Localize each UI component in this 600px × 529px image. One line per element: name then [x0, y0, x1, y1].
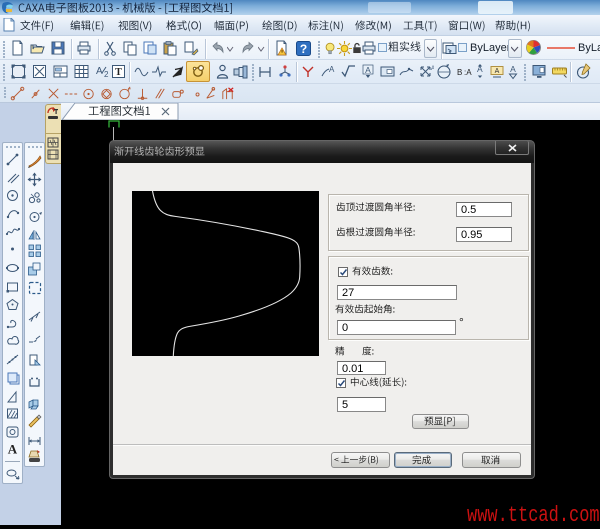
- svg-text:A: A: [329, 65, 335, 74]
- svg-text:A: A: [96, 66, 103, 77]
- svg-text:B: B: [457, 68, 462, 77]
- svg-text:T: T: [115, 67, 122, 78]
- svg-text::A: :A: [464, 68, 472, 77]
- svg-text:A: A: [510, 64, 516, 74]
- svg-text:?: ?: [300, 42, 307, 56]
- svg-text:2: 2: [104, 70, 109, 79]
- svg-text:A: A: [8, 442, 18, 457]
- svg-text:A: A: [495, 68, 500, 75]
- svg-text:A: A: [365, 65, 371, 75]
- svg-text:A: A: [431, 66, 434, 72]
